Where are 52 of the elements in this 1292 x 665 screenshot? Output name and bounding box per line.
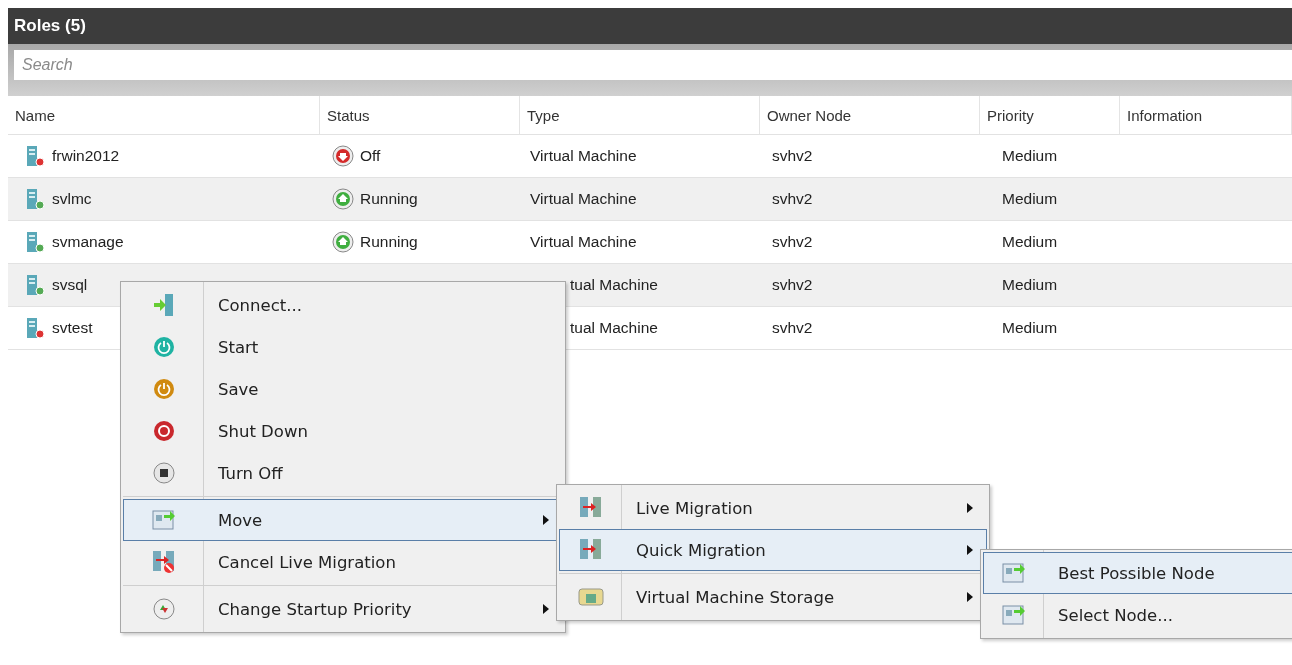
column-header[interactable]: Name [8, 96, 320, 134]
servers-arrow-icon [579, 496, 603, 520]
role-name: svtest [52, 319, 93, 337]
table-cell: svhv2 [772, 147, 813, 165]
menu-item[interactable]: Connect... [123, 284, 563, 326]
panel-title: Roles (5) [8, 8, 1292, 44]
column-header[interactable]: Owner Node [760, 96, 980, 134]
status-text: Running [360, 190, 418, 208]
role-name: svsql [52, 276, 88, 294]
table-cell: tual Machine [570, 276, 658, 294]
table-cell: svhv2 [772, 276, 813, 294]
table-cell: svhv2 [772, 233, 813, 251]
table-cell: svhv2 [772, 190, 813, 208]
menu-item[interactable]: Start [123, 326, 563, 368]
table-cell: tual Machine [570, 319, 658, 337]
table-cell: Medium [1002, 190, 1058, 208]
server-icon [24, 145, 46, 167]
power-icon [153, 420, 175, 442]
table-cell: Virtual Machine [530, 190, 637, 208]
server-icon [24, 274, 46, 296]
column-header[interactable]: Priority [980, 96, 1120, 134]
servers-cancel-icon [152, 550, 176, 574]
table-cell: svhv2 [772, 319, 813, 337]
table-cell: Virtual Machine [530, 147, 637, 165]
column-header[interactable]: Type [520, 96, 760, 134]
column-header[interactable]: Status [320, 96, 520, 134]
server-arrow-icon [152, 293, 176, 317]
role-name: svmanage [52, 233, 124, 251]
server-icon [24, 317, 46, 339]
power-icon [153, 378, 175, 400]
table-cell: Medium [1002, 147, 1058, 165]
storage-icon [578, 586, 604, 608]
status-text: Running [360, 233, 418, 251]
menu-item[interactable]: Quick Migration [559, 529, 987, 571]
table-cell: Virtual Machine [530, 233, 637, 251]
table-cell: Medium [1002, 233, 1058, 251]
stop-icon [153, 462, 175, 484]
swap-arrows-icon [153, 598, 175, 620]
search-field[interactable]: Search [14, 50, 1292, 80]
server-icon [24, 188, 46, 210]
server-icon [24, 231, 46, 253]
menu-item[interactable]: Shut Down [123, 410, 563, 452]
role-name: svlmc [52, 190, 92, 208]
servers-arrow-icon [579, 538, 603, 562]
role-name: frwin2012 [52, 147, 120, 165]
column-header[interactable]: Information [1120, 96, 1292, 134]
menu-item[interactable]: Best Possible Node [983, 552, 1292, 594]
menu-item[interactable]: Save [123, 368, 563, 410]
table-cell: Medium [1002, 319, 1058, 337]
status-text: Off [360, 147, 381, 165]
power-icon [153, 336, 175, 358]
table-cell: Medium [1002, 276, 1058, 294]
